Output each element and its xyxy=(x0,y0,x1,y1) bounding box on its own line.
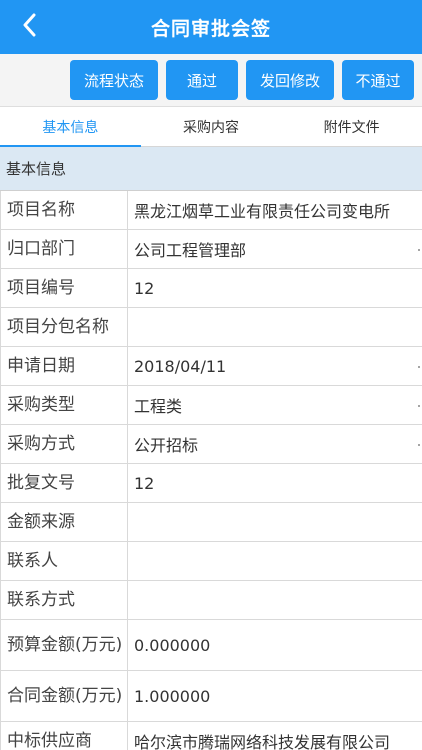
form-row: 中标供应商 哈尔滨市腾瑞网络科技发展有限公司 xyxy=(0,722,422,750)
form-row: 联系方式 xyxy=(0,581,422,620)
field-label: 预算金额(万元) xyxy=(1,620,128,670)
field-value[interactable]: 公开招标 xyxy=(128,425,422,463)
dropdown-indicator-icon xyxy=(418,405,420,407)
field-label: 项目编号 xyxy=(1,269,128,307)
form-row: 申请日期 2018/04/11 xyxy=(0,347,422,386)
field-label: 项目分包名称 xyxy=(1,308,128,346)
form-row: 采购方式 公开招标 xyxy=(0,425,422,464)
field-value[interactable] xyxy=(128,581,422,619)
field-value[interactable]: 12 xyxy=(128,269,422,307)
field-value[interactable]: 2018/04/11 xyxy=(128,347,422,385)
back-button[interactable] xyxy=(22,0,62,54)
field-value[interactable] xyxy=(128,542,422,580)
field-value[interactable]: 公司工程管理部 xyxy=(128,230,422,268)
field-label: 归口部门 xyxy=(1,230,128,268)
form-row: 采购类型 工程类 xyxy=(0,386,422,425)
page-title: 合同审批会签 xyxy=(150,17,271,40)
tab-attachments[interactable]: 附件文件 xyxy=(281,107,422,146)
field-label: 申请日期 xyxy=(1,347,128,385)
field-label: 中标供应商 xyxy=(1,722,128,750)
dropdown-indicator-icon xyxy=(418,249,420,251)
form-row: 项目分包名称 xyxy=(0,308,422,347)
reject-button[interactable]: 不通过 xyxy=(342,60,414,100)
form-row: 预算金额(万元) 0.000000 xyxy=(0,620,422,671)
dropdown-indicator-icon xyxy=(418,366,420,368)
field-value[interactable]: 哈尔滨市腾瑞网络科技发展有限公司 xyxy=(128,722,422,750)
field-value[interactable]: 12 xyxy=(128,464,422,502)
field-label: 项目名称 xyxy=(1,191,128,229)
field-label: 联系人 xyxy=(1,542,128,580)
field-label: 合同金额(万元) xyxy=(1,671,128,721)
app-header: 合同审批会签 xyxy=(0,0,422,54)
field-value-text: 公开招标 xyxy=(134,436,199,455)
form-row: 金额来源 xyxy=(0,503,422,542)
workflow-status-button[interactable]: 流程状态 xyxy=(70,60,158,100)
field-value[interactable]: 黑龙江烟草工业有限责任公司变电所 xyxy=(128,191,422,229)
form-row: 合同金额(万元) 1.000000 xyxy=(0,671,422,722)
form-row: 联系人 xyxy=(0,542,422,581)
field-label: 采购方式 xyxy=(1,425,128,463)
field-value[interactable]: 1.000000 xyxy=(128,671,422,721)
form-row: 批复文号 12 xyxy=(0,464,422,503)
field-value[interactable]: 工程类 xyxy=(128,386,422,424)
section-header: 基本信息 xyxy=(0,147,422,191)
action-toolbar: 流程状态 通过 发回修改 不通过 xyxy=(0,54,422,107)
form-row: 项目编号 12 xyxy=(0,269,422,308)
return-for-revision-button[interactable]: 发回修改 xyxy=(246,60,334,100)
field-value[interactable] xyxy=(128,503,422,541)
field-value-text: 2018/04/11 xyxy=(134,356,227,376)
field-value[interactable] xyxy=(128,308,422,346)
tab-purchase-content[interactable]: 采购内容 xyxy=(141,107,282,146)
approve-button[interactable]: 通过 xyxy=(166,60,238,100)
dropdown-indicator-icon xyxy=(418,444,420,446)
tab-bar: 基本信息 采购内容 附件文件 xyxy=(0,107,422,147)
field-value[interactable]: 0.000000 xyxy=(128,620,422,670)
basic-info-form: 项目名称 黑龙江烟草工业有限责任公司变电所 归口部门 公司工程管理部 项目编号 … xyxy=(0,191,422,750)
field-value-text: 公司工程管理部 xyxy=(134,241,247,260)
field-label: 采购类型 xyxy=(1,386,128,424)
chevron-left-icon xyxy=(22,13,36,41)
form-row: 项目名称 黑龙江烟草工业有限责任公司变电所 xyxy=(0,191,422,230)
form-row: 归口部门 公司工程管理部 xyxy=(0,230,422,269)
field-label: 批复文号 xyxy=(1,464,128,502)
field-value-text: 工程类 xyxy=(134,397,183,416)
field-label: 金额来源 xyxy=(1,503,128,541)
tab-basic-info[interactable]: 基本信息 xyxy=(0,107,141,147)
field-label: 联系方式 xyxy=(1,581,128,619)
